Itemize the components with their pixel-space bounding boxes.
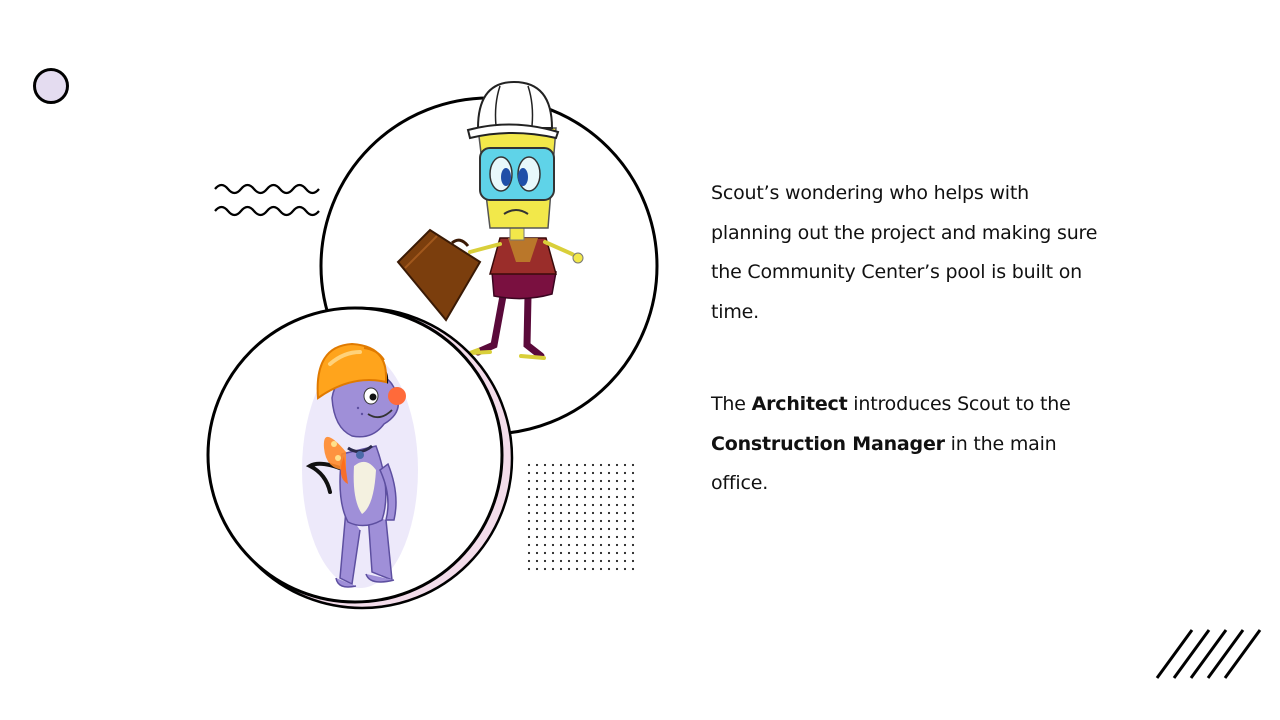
architect-paragraph: The Architect introduces Scout to the Co… bbox=[711, 385, 1111, 504]
architect-highlight: Architect bbox=[751, 393, 848, 415]
character-illustration bbox=[206, 80, 659, 610]
paragraph-text: The bbox=[711, 393, 752, 415]
intro-paragraph: Scout’s wondering who helps with plannin… bbox=[711, 182, 1098, 323]
slide: Scout’s wondering who helps with plannin… bbox=[0, 0, 1280, 720]
diagonal-slashes-icon bbox=[1155, 629, 1262, 679]
construction-manager-highlight: Construction Manager bbox=[711, 432, 945, 455]
circle-outline-icon bbox=[33, 68, 69, 104]
paragraph-text: introduces Scout to the bbox=[847, 393, 1071, 415]
